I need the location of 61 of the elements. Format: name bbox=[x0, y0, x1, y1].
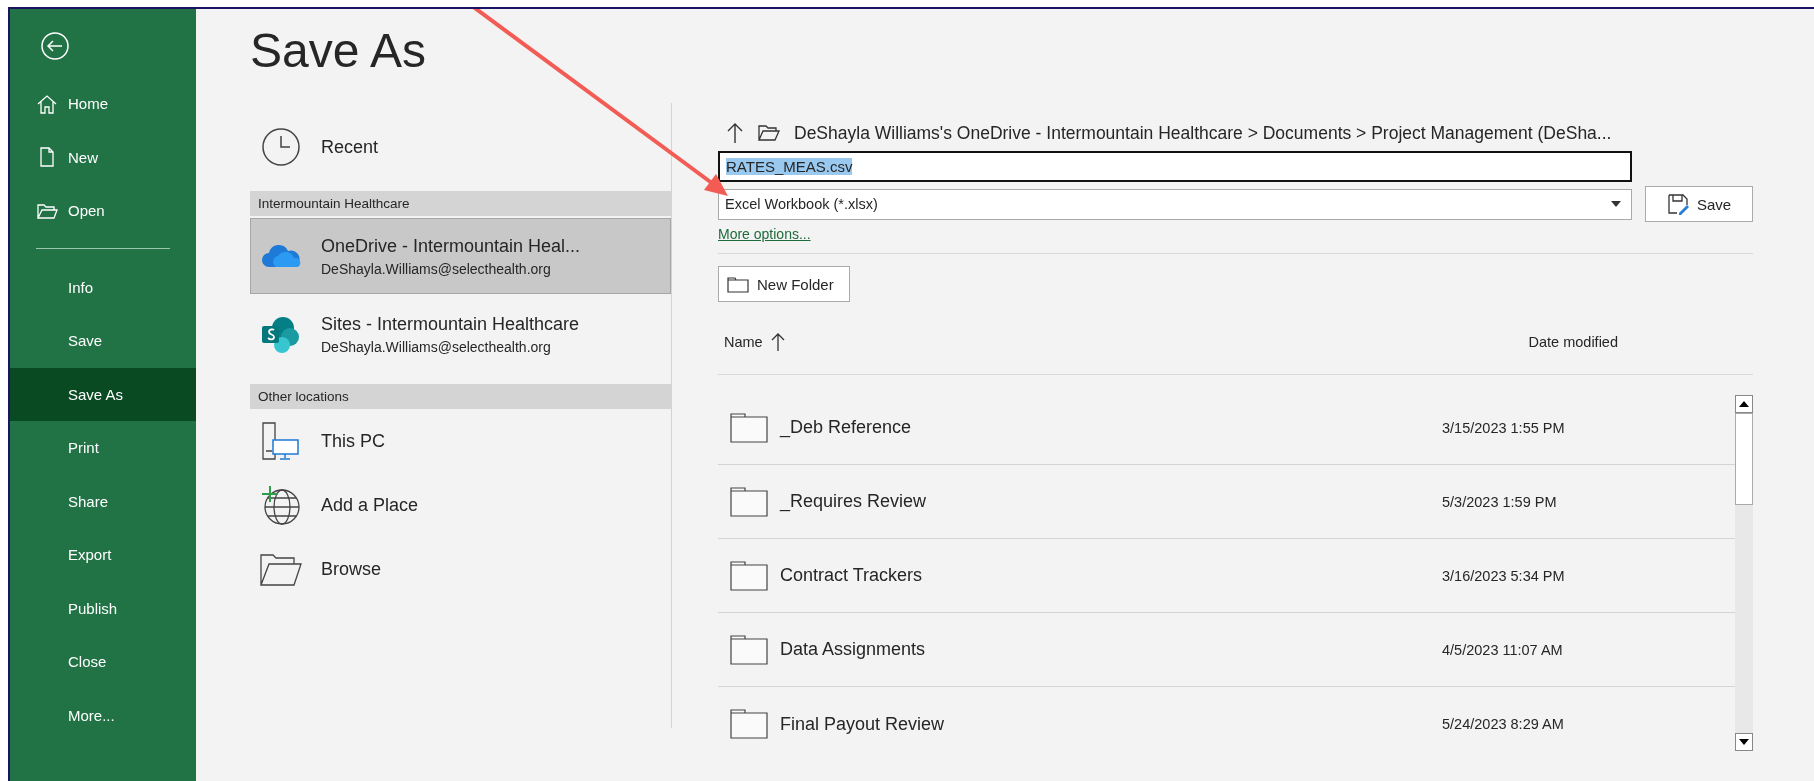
nav-item[interactable]: New bbox=[10, 130, 196, 184]
up-arrow-icon[interactable] bbox=[726, 122, 744, 144]
column-header[interactable]: Date modified bbox=[1528, 334, 1618, 350]
location-item[interactable]: OneDrive - Intermountain Heal... DeShayla.Williams@selecthealth.org bbox=[250, 218, 671, 294]
nav-item[interactable]: Publish bbox=[10, 581, 196, 635]
location-item[interactable]: Recent bbox=[250, 115, 671, 179]
folder-row[interactable]: _Deb Reference 3/15/2023 1:55 PM bbox=[718, 391, 1735, 465]
folder-row[interactable]: Contract Trackers 3/16/2023 5:34 PM bbox=[718, 539, 1735, 613]
folder-row[interactable]: Data Assignments 4/5/2023 11:07 AM bbox=[718, 613, 1735, 687]
back-icon[interactable] bbox=[40, 31, 70, 61]
location-title: Sites - Intermountain Healthcare bbox=[321, 313, 580, 335]
location-item[interactable]: Sites - Intermountain Healthcare DeShayla.Williams@selecthealth.org bbox=[250, 296, 671, 372]
nav-item[interactable]: More... bbox=[10, 688, 196, 742]
location-title: OneDrive - Intermountain Heal... bbox=[321, 235, 581, 257]
nav-item[interactable]: Print bbox=[10, 421, 196, 475]
nav-item[interactable]: Open bbox=[10, 184, 196, 238]
nav-item[interactable]: Close bbox=[10, 635, 196, 689]
location-title: Recent bbox=[321, 136, 379, 158]
more-options-link[interactable]: More options... bbox=[718, 226, 1753, 242]
nav-item[interactable]: Save bbox=[10, 314, 196, 368]
scroll-down-icon[interactable] bbox=[1739, 739, 1749, 745]
folder-icon bbox=[259, 551, 303, 587]
location-email: DeShayla.Williams@selecthealth.org bbox=[321, 260, 552, 277]
new-folder-button[interactable]: New Folder bbox=[718, 266, 850, 302]
folder-icon bbox=[727, 275, 749, 293]
page-title: Save As bbox=[250, 23, 428, 79]
nav-item[interactable]: Export bbox=[10, 528, 196, 582]
sort-up-icon bbox=[770, 332, 785, 352]
globe-icon bbox=[259, 484, 303, 526]
folder-icon bbox=[730, 709, 768, 739]
location-item[interactable]: Add a Place bbox=[250, 473, 671, 537]
location-item[interactable]: This PC bbox=[250, 409, 671, 473]
location-title: This PC bbox=[321, 430, 385, 452]
save-button[interactable]: Save bbox=[1645, 186, 1753, 222]
folder-row[interactable]: _Requires Review 5/3/2023 1:59 PM bbox=[718, 465, 1735, 539]
section-header: Other locations bbox=[250, 384, 671, 409]
folder-icon bbox=[730, 486, 768, 517]
column-header[interactable]: Name bbox=[718, 332, 785, 352]
cloud-icon bbox=[259, 243, 303, 269]
folder-row[interactable]: Final Payout Review 5/24/2023 8:29 AM bbox=[718, 687, 1735, 761]
clock-icon bbox=[259, 127, 303, 167]
nav-item[interactable]: Info bbox=[10, 260, 196, 314]
nav-item[interactable]: Home bbox=[10, 77, 196, 131]
folder-icon bbox=[730, 634, 768, 665]
location-title: Browse bbox=[321, 558, 382, 580]
folder-path[interactable]: DeShayla Williams's OneDrive - Intermountain Healthcare > Documents > Project Management (DeSha... bbox=[794, 122, 1612, 144]
save-disk-icon bbox=[1666, 193, 1689, 215]
location-title: Add a Place bbox=[321, 494, 419, 516]
folder-icon bbox=[730, 560, 768, 591]
filename-field[interactable]: RATES_MEAS.csv bbox=[718, 151, 1632, 182]
location-item[interactable]: Browse bbox=[250, 537, 671, 601]
location-email: DeShayla.Williams@selecthealth.org bbox=[321, 338, 552, 355]
folder-icon bbox=[758, 124, 780, 142]
dropdown-caret-icon bbox=[1611, 201, 1621, 207]
scrollbar[interactable] bbox=[1735, 395, 1753, 751]
nav-item[interactable]: Share bbox=[10, 474, 196, 528]
folder-icon bbox=[730, 412, 768, 443]
section-header: Intermountain Healthcare bbox=[250, 191, 671, 216]
nav-item[interactable]: Save As bbox=[10, 367, 196, 421]
file-type-dropdown[interactable]: Excel Workbook (*.xlsx) bbox=[718, 188, 1632, 220]
scroll-up-icon[interactable] bbox=[1739, 401, 1749, 407]
